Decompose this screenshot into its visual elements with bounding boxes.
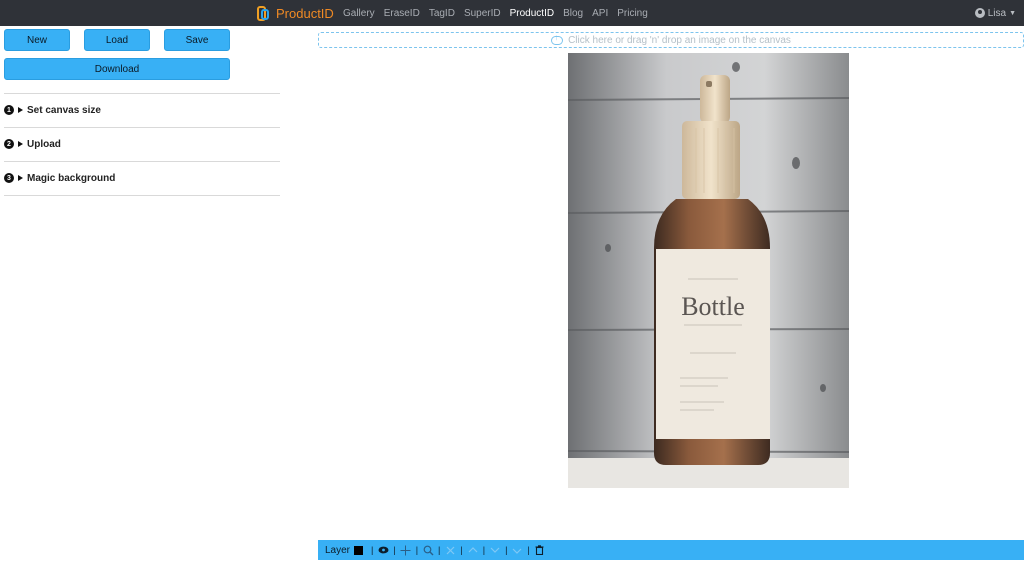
- step-set-canvas-size[interactable]: 1 Set canvas size: [4, 102, 101, 118]
- step-number-badge: 1: [4, 105, 14, 115]
- dropzone-text: Click here or drag 'n' drop an image on …: [568, 34, 791, 46]
- divider: [4, 161, 280, 162]
- move-icon[interactable]: [400, 544, 412, 556]
- caret-right-icon: [18, 141, 23, 147]
- download-button[interactable]: Download: [4, 58, 230, 80]
- trash-icon[interactable]: [534, 544, 546, 556]
- nav-link-superid[interactable]: SuperID: [464, 8, 501, 19]
- separator: |: [460, 545, 463, 555]
- layer-toolbar: Layer | | | | | | | |: [318, 540, 1024, 560]
- nav-links: Gallery EraseID TagID SuperID ProductID …: [343, 0, 657, 26]
- bottle-photo: Bottle: [568, 53, 849, 488]
- nav-link-productid[interactable]: ProductID: [510, 8, 554, 19]
- separator: |: [371, 545, 374, 555]
- close-icon[interactable]: [444, 544, 456, 556]
- separator: |: [505, 545, 508, 555]
- nav-link-pricing[interactable]: Pricing: [617, 8, 648, 19]
- zoom-icon[interactable]: [422, 544, 434, 556]
- step-label: Upload: [27, 138, 61, 150]
- divider: [4, 93, 280, 94]
- separator: |: [415, 545, 419, 555]
- separator: |: [482, 545, 486, 555]
- step-number-badge: 3: [4, 173, 14, 183]
- top-navbar: ProductID Gallery EraseID TagID SuperID …: [0, 0, 1024, 26]
- layer-label: Layer: [325, 544, 351, 556]
- nav-link-eraseid[interactable]: EraseID: [384, 8, 420, 19]
- separator: |: [527, 545, 530, 555]
- nav-link-tagid[interactable]: TagID: [429, 8, 455, 19]
- brand-logo[interactable]: ProductID: [257, 4, 334, 22]
- productid-logo-icon: [257, 5, 271, 22]
- upload-dropzone[interactable]: Click here or drag 'n' drop an image on …: [318, 32, 1024, 48]
- nav-link-gallery[interactable]: Gallery: [343, 8, 375, 19]
- new-button[interactable]: New: [4, 29, 70, 51]
- separator: |: [393, 545, 396, 555]
- save-button[interactable]: Save: [164, 29, 230, 51]
- divider: [4, 127, 280, 128]
- merge-down-icon[interactable]: [511, 544, 523, 556]
- user-avatar-icon: [974, 8, 985, 18]
- divider: [4, 195, 280, 196]
- bring-up-icon[interactable]: [467, 544, 479, 556]
- layer-color-swatch[interactable]: [354, 545, 364, 555]
- brand-name: ProductID: [276, 5, 334, 21]
- step-upload[interactable]: 2 Upload: [4, 136, 61, 152]
- caret-right-icon: [18, 107, 23, 113]
- load-button[interactable]: Load: [84, 29, 150, 51]
- caret-right-icon: [18, 175, 23, 181]
- step-number-badge: 2: [4, 139, 14, 149]
- send-down-icon[interactable]: [489, 544, 501, 556]
- chevron-down-icon: ▼: [1009, 9, 1016, 17]
- nav-link-blog[interactable]: Blog: [563, 8, 583, 19]
- editor-canvas[interactable]: Bottle: [568, 53, 849, 488]
- nav-link-api[interactable]: API: [592, 8, 608, 19]
- user-menu[interactable]: Lisa ▼: [974, 0, 1016, 26]
- separator: |: [438, 545, 441, 555]
- step-magic-background[interactable]: 3 Magic background: [4, 170, 115, 186]
- cloud-upload-icon: [551, 33, 564, 45]
- step-label: Set canvas size: [27, 104, 101, 116]
- user-name: Lisa: [987, 7, 1007, 19]
- eye-icon[interactable]: [377, 544, 389, 556]
- bottle-label-text: Bottle: [681, 292, 745, 321]
- step-label: Magic background: [27, 172, 116, 184]
